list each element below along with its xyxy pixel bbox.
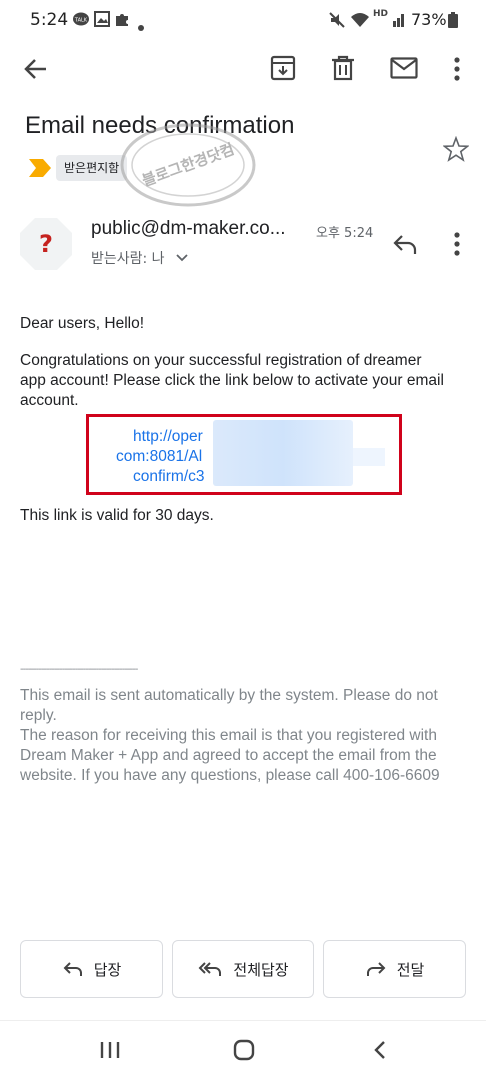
star-button[interactable]: [442, 135, 470, 166]
battery-icon: [448, 12, 458, 32]
home-icon: [233, 1039, 255, 1061]
received-time: 오후 5:24: [316, 226, 374, 241]
back-arrow-icon: [24, 59, 46, 79]
footer-disclaimer: This email is sent automatically by the …: [20, 686, 470, 786]
svg-text:TALK: TALK: [74, 18, 88, 24]
back-button[interactable]: [22, 56, 48, 82]
wifi-icon: [350, 11, 370, 33]
system-navigation-bar: [0, 1020, 486, 1081]
greeting: Dear users, Hello!: [20, 315, 145, 332]
redaction-blur: [213, 420, 353, 486]
body-paragraph: Congratulations on your successful regis…: [20, 352, 444, 409]
reply-all-label: 전체답장: [233, 960, 289, 979]
watermark-stamp: 블로그한경닷컴: [118, 120, 258, 210]
battery-percent: 73%: [411, 10, 447, 29]
more-options-button[interactable]: [451, 56, 463, 82]
recents-icon: [100, 1042, 120, 1058]
delete-button[interactable]: [331, 55, 355, 81]
signal-icon: [393, 11, 407, 31]
divider-line: ----------------------------------------…: [20, 664, 138, 675]
reply-button[interactable]: 답장: [20, 940, 163, 998]
mute-icon: [328, 11, 346, 33]
reply-icon: [63, 962, 82, 976]
sender-avatar[interactable]: ?: [20, 218, 72, 270]
activation-link-line-1[interactable]: http://oper: [133, 428, 203, 446]
trash-icon: [332, 55, 354, 81]
archive-button[interactable]: [270, 55, 296, 81]
label-important-icon: [29, 159, 51, 177]
chevron-left-icon: [374, 1041, 385, 1059]
mark-unread-button[interactable]: [390, 57, 418, 79]
sender-address[interactable]: public@dm-maker.co...: [91, 218, 286, 240]
inbox-label-chip[interactable]: 받은편지함: [56, 155, 128, 181]
forward-icon: [366, 962, 386, 976]
activation-link-line-3[interactable]: confirm/c3: [133, 468, 205, 486]
redaction-blur-tail: [353, 448, 385, 466]
recipient-text: 받는사람: 나: [91, 251, 165, 267]
message-more-button[interactable]: [451, 231, 463, 261]
system-back-button[interactable]: [373, 1040, 387, 1064]
reply-all-button[interactable]: 전체답장: [172, 940, 314, 998]
reply-icon: [393, 235, 417, 254]
more-vert-icon: [454, 57, 460, 81]
footer-auto-notice: This email is sent automatically by the …: [20, 687, 438, 724]
activation-link-line-2[interactable]: com:8081/Al: [116, 448, 202, 466]
svg-text:?: ?: [39, 230, 53, 258]
unknown-sender-icon: ?: [20, 218, 72, 270]
puzzle-icon: [114, 11, 130, 31]
recipient-line[interactable]: 받는사람: 나: [91, 248, 189, 268]
image-icon: [94, 11, 110, 31]
recents-button[interactable]: [100, 1041, 120, 1063]
status-time: 5:24: [30, 10, 69, 30]
archive-icon: [270, 55, 296, 81]
reply-label: 답장: [93, 960, 122, 979]
forward-label: 전달: [396, 960, 425, 979]
status-bar: 5:24 TALK HD 73%: [0, 0, 486, 42]
chevron-down-icon: [176, 254, 188, 262]
forward-button[interactable]: 전달: [323, 940, 466, 998]
dot-icon: [138, 16, 144, 35]
mail-icon: [390, 57, 418, 79]
star-icon: [442, 135, 470, 162]
reply-header-button[interactable]: [392, 233, 418, 259]
hd-voice-icon: HD: [373, 9, 389, 19]
more-vert-icon: [454, 232, 460, 256]
link-validity: This link is valid for 30 days.: [20, 507, 214, 524]
reply-all-icon: [198, 962, 222, 976]
footer-reason: The reason for receiving this email is t…: [20, 727, 440, 784]
home-button[interactable]: [233, 1039, 255, 1065]
talk-icon: TALK: [72, 11, 90, 31]
